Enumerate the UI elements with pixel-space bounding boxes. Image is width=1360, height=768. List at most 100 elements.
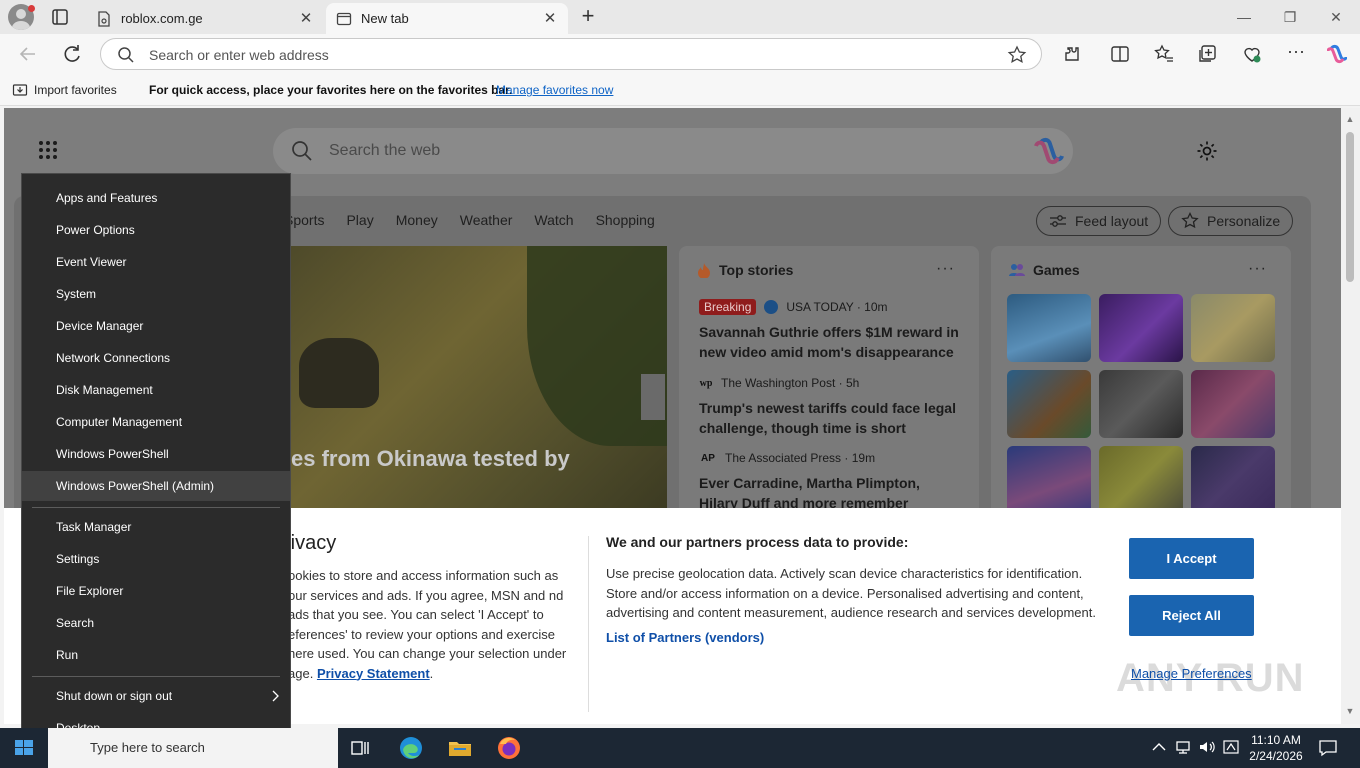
game-tile[interactable] [1007, 370, 1091, 438]
games-more-icon[interactable]: ··· [1248, 260, 1267, 278]
nav-weather[interactable]: Weather [460, 212, 513, 228]
menu-apps-and-features[interactable]: Apps and Features [22, 183, 290, 213]
browser-toolbar: Search or enter web address ··· [0, 34, 1360, 74]
game-tile[interactable] [1099, 294, 1183, 362]
settings-gear-icon[interactable] [1196, 140, 1218, 162]
tab-close-icon[interactable]: ✕ [298, 10, 314, 27]
favorite-star-icon[interactable] [1007, 45, 1027, 65]
menu-disk-management[interactable]: Disk Management [22, 375, 290, 405]
copilot-search-icon[interactable] [1034, 136, 1064, 166]
nav-money[interactable]: Money [396, 212, 438, 228]
refresh-icon[interactable] [60, 42, 84, 66]
apps-launcher-icon[interactable] [38, 140, 58, 160]
menu-separator [32, 507, 280, 508]
games-title: Games [1033, 262, 1080, 278]
tab-new-tab[interactable]: New tab ✕ [326, 3, 568, 34]
address-bar[interactable]: Search or enter web address [100, 38, 1042, 70]
game-tile[interactable] [1191, 294, 1275, 362]
network-icon[interactable] [1174, 738, 1192, 756]
menu-settings[interactable]: Settings [22, 544, 290, 574]
action-center-notification-icon[interactable] [1318, 738, 1338, 758]
story-item[interactable]: wp The Washington Post · 5h Trump's newe… [699, 374, 961, 438]
menu-computer-management[interactable]: Computer Management [22, 407, 290, 437]
carousel-next-arrow[interactable] [641, 374, 665, 420]
firefox-icon[interactable] [495, 734, 523, 762]
menu-windows-powershell-admin[interactable]: Windows PowerShell (Admin) [22, 471, 290, 501]
windows-start-icon[interactable] [0, 728, 48, 768]
taskbar-search-placeholder: Type here to search [90, 740, 205, 755]
menu-file-explorer[interactable]: File Explorer [22, 576, 290, 606]
nav-shopping[interactable]: Shopping [596, 212, 655, 228]
split-screen-icon[interactable] [1110, 44, 1130, 64]
story-title: Trump's newest tariffs could face legal … [699, 400, 956, 436]
scroll-thumb[interactable] [1346, 132, 1354, 282]
show-hidden-icons-chevron-icon[interactable] [1150, 738, 1168, 756]
star-edit-icon [1181, 212, 1199, 229]
menu-separator [32, 676, 280, 677]
menu-task-manager[interactable]: Task Manager [22, 512, 290, 542]
menu-run[interactable]: Run [22, 640, 290, 670]
game-tile[interactable] [1099, 446, 1183, 514]
input-method-icon[interactable] [1222, 738, 1240, 756]
menu-network-connections[interactable]: Network Connections [22, 343, 290, 373]
extensions-icon[interactable] [1062, 44, 1082, 64]
top-stories-more-icon[interactable]: ··· [936, 260, 955, 278]
hero-story-card[interactable]: es from Okinawa tested by [291, 246, 667, 516]
menu-power-options[interactable]: Power Options [22, 215, 290, 245]
volume-icon[interactable] [1198, 738, 1216, 756]
menu-device-manager[interactable]: Device Manager [22, 311, 290, 341]
usatoday-logo-icon [764, 300, 779, 314]
manage-preferences-link[interactable]: Manage Preferences [1131, 666, 1252, 681]
minimize-icon[interactable]: — [1232, 6, 1256, 28]
browser-essentials-icon[interactable] [1242, 44, 1262, 64]
task-view-icon[interactable] [346, 734, 374, 762]
menu-search[interactable]: Search [22, 608, 290, 638]
story-source: USA TODAY · 10m [786, 300, 888, 314]
personalize-button[interactable]: Personalize [1168, 206, 1294, 236]
import-favorites-button[interactable]: Import favorites [12, 82, 117, 98]
nav-watch[interactable]: Watch [534, 212, 573, 228]
accept-button[interactable]: I Accept [1129, 538, 1254, 579]
window-close-icon[interactable]: ✕ [1324, 6, 1348, 28]
menu-system[interactable]: System [22, 279, 290, 309]
story-title: Savannah Guthrie offers $1M reward in ne… [699, 324, 959, 360]
tab-roblox[interactable]: roblox.com.ge ✕ [86, 3, 324, 34]
reject-all-button[interactable]: Reject All [1129, 595, 1254, 636]
manage-favorites-link[interactable]: Manage favorites now [496, 83, 613, 97]
scroll-up-arrow-icon[interactable]: ▲ [1345, 114, 1355, 124]
taskbar-clock[interactable]: 11:10 AM 2/24/2026 [1246, 732, 1306, 764]
tab-title: roblox.com.ge [121, 11, 203, 26]
file-explorer-icon[interactable] [446, 734, 474, 762]
nav-play[interactable]: Play [346, 212, 373, 228]
menu-windows-powershell[interactable]: Windows PowerShell [22, 439, 290, 469]
game-tile[interactable] [1191, 370, 1275, 438]
back-arrow-icon[interactable] [16, 42, 40, 66]
more-menu-icon[interactable]: ··· [1286, 42, 1306, 64]
game-tile[interactable] [1007, 294, 1091, 362]
favorites-icon[interactable] [1154, 44, 1174, 64]
games-grid [1007, 294, 1279, 514]
web-search-box[interactable]: Search the web [273, 128, 1073, 174]
tab-actions-icon[interactable] [50, 7, 70, 27]
copilot-icon[interactable] [1327, 44, 1347, 64]
game-tile[interactable] [1191, 446, 1275, 514]
privacy-statement-link[interactable]: Privacy Statement [317, 666, 430, 681]
menu-shut-down-or-sign-out[interactable]: Shut down or sign out [22, 681, 290, 711]
scroll-down-arrow-icon[interactable]: ▼ [1345, 706, 1355, 716]
menu-event-viewer[interactable]: Event Viewer [22, 247, 290, 277]
clock-time: 11:10 AM [1251, 733, 1301, 747]
feed-layout-button[interactable]: Feed layout [1036, 206, 1162, 236]
story-item[interactable]: Breaking USA TODAY · 10m Savannah Guthri… [699, 298, 961, 362]
collections-icon[interactable] [1198, 44, 1218, 64]
list-of-partners-link[interactable]: List of Partners (vendors) [606, 630, 764, 645]
taskbar-search-box[interactable]: Type here to search [48, 728, 338, 768]
tab-close-icon[interactable]: ✕ [542, 10, 558, 27]
game-tile[interactable] [1099, 370, 1183, 438]
restore-icon[interactable]: ❐ [1278, 6, 1302, 28]
game-tile[interactable] [1007, 446, 1091, 514]
top-stories-header: Top stories [697, 262, 793, 278]
page-scrollbar[interactable]: ▲ ▼ [1341, 108, 1360, 724]
new-tab-plus-icon[interactable]: + [576, 5, 600, 29]
sliders-icon [1050, 215, 1066, 227]
edge-browser-icon[interactable] [397, 734, 425, 762]
